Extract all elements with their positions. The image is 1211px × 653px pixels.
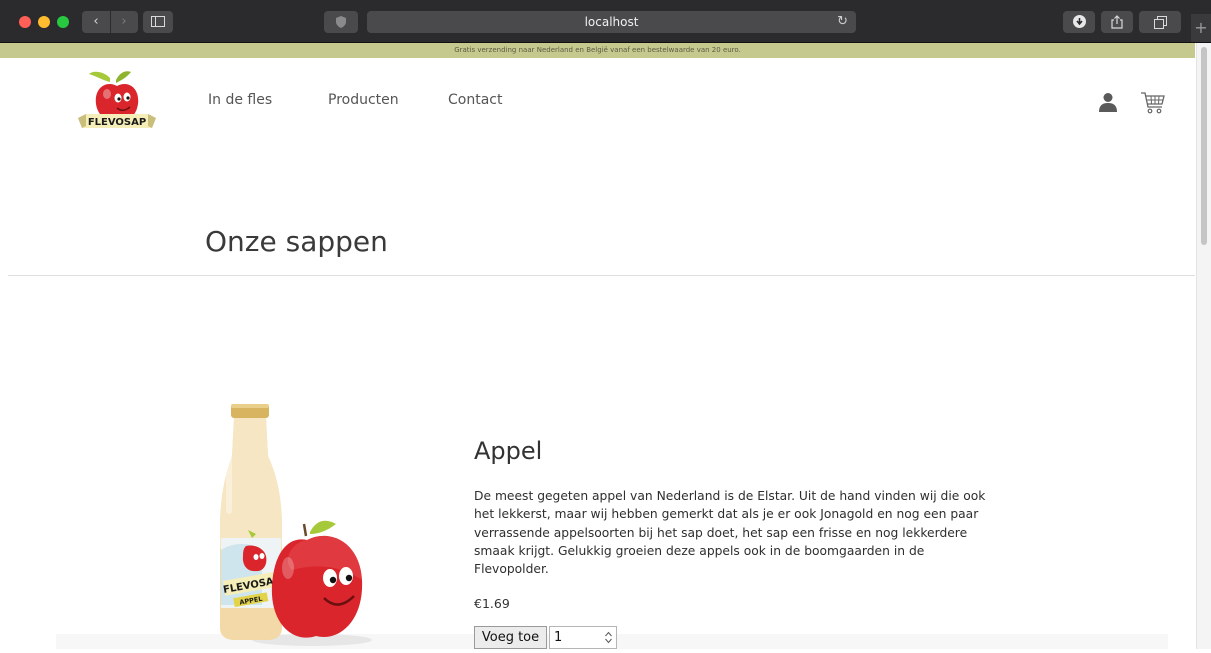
shield-icon [336, 16, 346, 28]
page-scrollbar[interactable] [1196, 43, 1211, 649]
address-bar[interactable]: localhost ↻ [367, 11, 856, 33]
add-to-cart-button[interactable]: Voeg toe [474, 626, 547, 649]
logo-text: FLEVOSAP [88, 117, 146, 128]
close-window-button[interactable] [19, 16, 31, 28]
nav-link-in-de-fles[interactable]: In de fles [208, 92, 272, 108]
zoom-window-button[interactable] [57, 16, 69, 28]
product-description: De meest gegeten appel van Nederland is … [474, 489, 986, 577]
forward-button[interactable]: › [109, 11, 138, 33]
user-icon[interactable] [1098, 92, 1118, 112]
stepper-icon[interactable] [604, 630, 613, 645]
downloads-button[interactable] [1063, 11, 1095, 33]
download-icon [1072, 15, 1086, 28]
flevosap-logo[interactable]: FLEVOSAP [76, 68, 158, 136]
sidebar-toggle-button[interactable] [143, 11, 173, 33]
history-nav: ‹ › [82, 11, 138, 33]
minimize-window-button[interactable] [38, 16, 50, 28]
scrollbar-thumb[interactable] [1201, 47, 1207, 245]
share-button[interactable] [1101, 11, 1133, 33]
tab-overview-button[interactable] [1139, 11, 1181, 33]
product-price: €1.69 [474, 596, 510, 611]
page-title: Onze sappen [205, 225, 388, 258]
new-tab-button[interactable]: + [1191, 14, 1211, 42]
share-icon [1111, 15, 1123, 29]
product-image: FLEVOSAP APPEL [212, 400, 382, 649]
privacy-report-button[interactable] [324, 11, 358, 33]
cart-icon[interactable] [1140, 90, 1166, 116]
chevron-left-icon: ‹ [93, 14, 99, 29]
tabs-icon [1153, 16, 1167, 29]
quantity-input[interactable]: 1 [549, 626, 617, 649]
reload-icon[interactable]: ↻ [837, 11, 848, 33]
nav-link-contact[interactable]: Contact [448, 92, 502, 108]
section-divider [8, 275, 1195, 276]
shipping-announcement: Gratis verzending naar Nederland en Belg… [0, 43, 1195, 58]
chevron-right-icon: › [121, 14, 127, 29]
product-name: Appel [474, 437, 543, 465]
browser-toolbar: ‹ › localhost ↻ + [0, 0, 1211, 43]
nav-link-producten[interactable]: Producten [328, 92, 399, 108]
plus-icon: + [1194, 18, 1208, 37]
sidebar-icon [151, 16, 165, 27]
quantity-value: 1 [554, 630, 563, 645]
url-text: localhost [584, 15, 639, 29]
back-button[interactable]: ‹ [83, 11, 110, 33]
